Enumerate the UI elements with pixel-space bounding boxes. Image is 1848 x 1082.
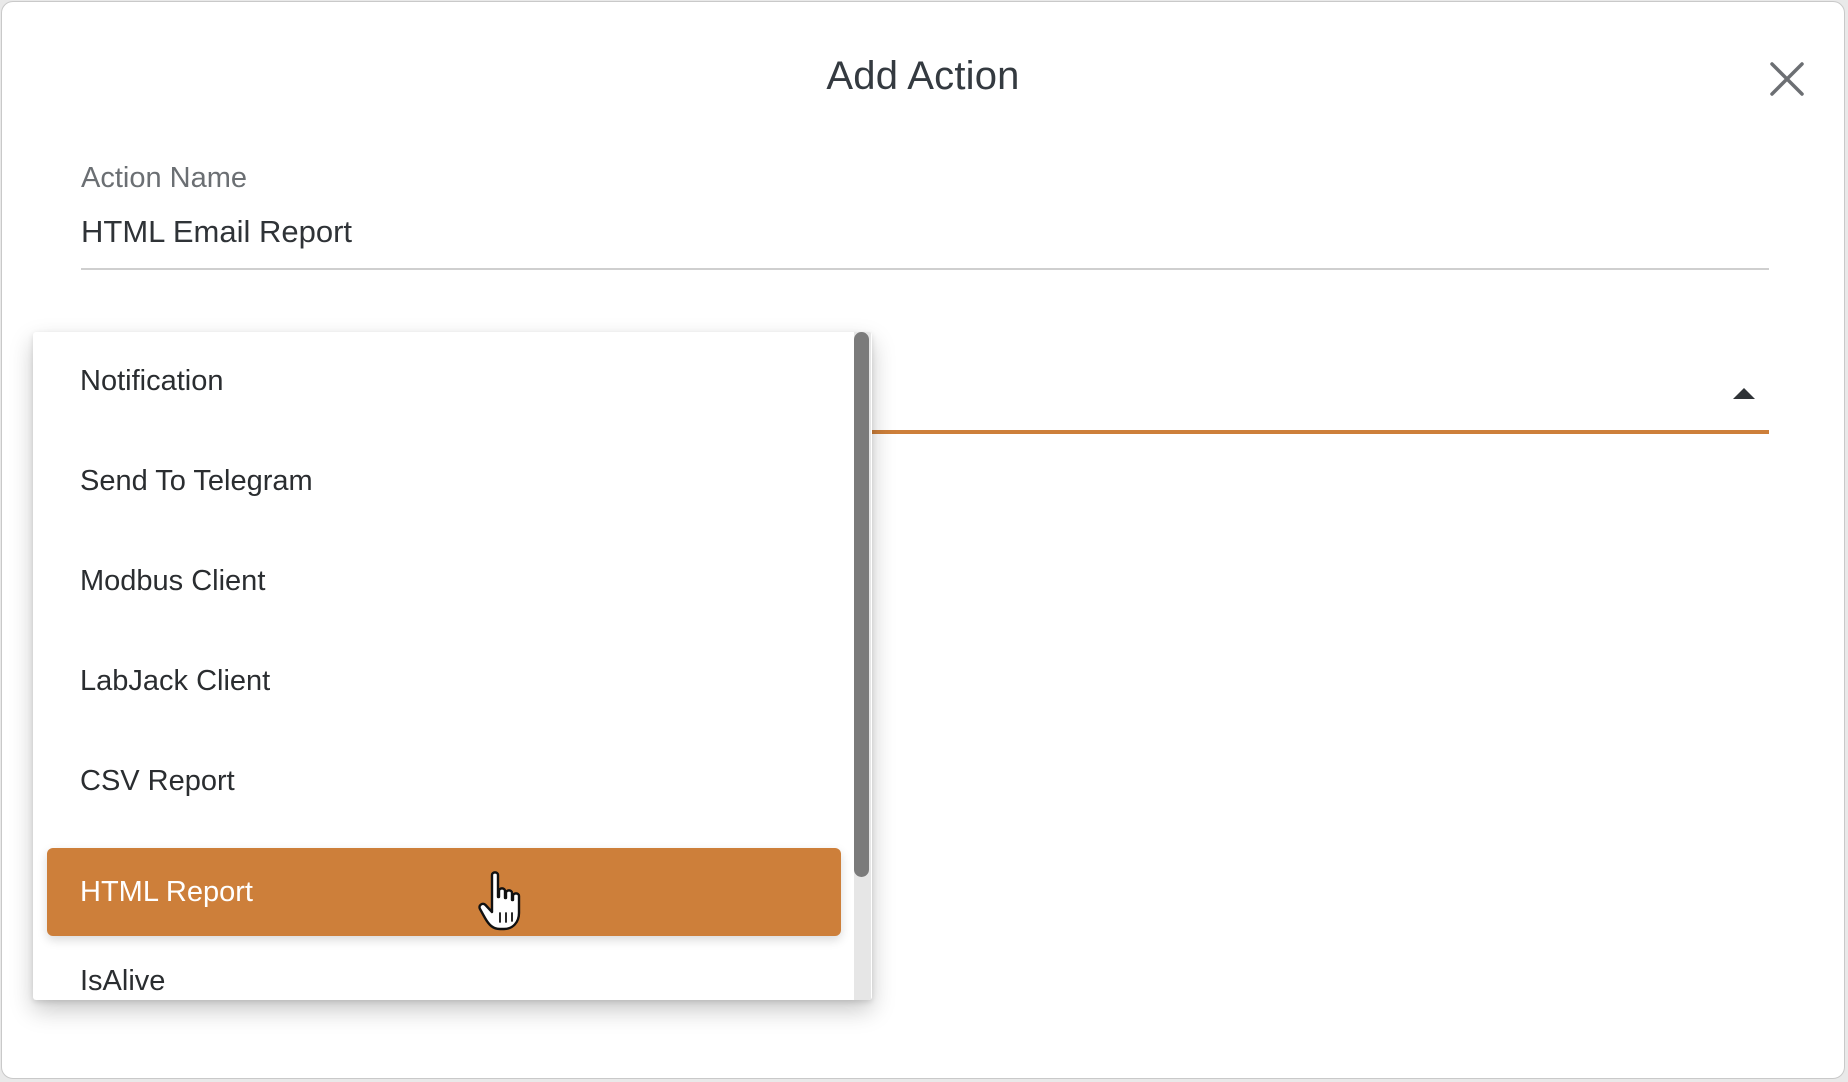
action-name-input[interactable] [81,214,1769,250]
close-icon [1770,62,1804,96]
add-action-dialog: Add Action Action Name Notification Send… [1,1,1845,1079]
action-type-dropdown: Notification Send To Telegram Modbus Cli… [33,332,872,1000]
dropdown-scrollbar-track[interactable] [854,332,871,1000]
option-html-report[interactable]: HTML Report [47,848,841,936]
action-name-underline [81,268,1769,270]
option-send-to-telegram[interactable]: Send To Telegram [47,437,841,525]
caret-up-icon [1733,388,1755,399]
dropdown-scrollbar-thumb[interactable] [854,332,869,877]
option-isalive[interactable]: IsAlive [47,937,841,1000]
close-button[interactable] [1768,60,1806,98]
option-modbus-client[interactable]: Modbus Client [47,537,841,625]
option-labjack-client[interactable]: LabJack Client [47,637,841,725]
dialog-title: Add Action [826,54,1020,98]
option-notification[interactable]: Notification [47,337,841,425]
option-csv-report[interactable]: CSV Report [47,737,841,825]
action-name-label: Action Name [81,162,248,194]
